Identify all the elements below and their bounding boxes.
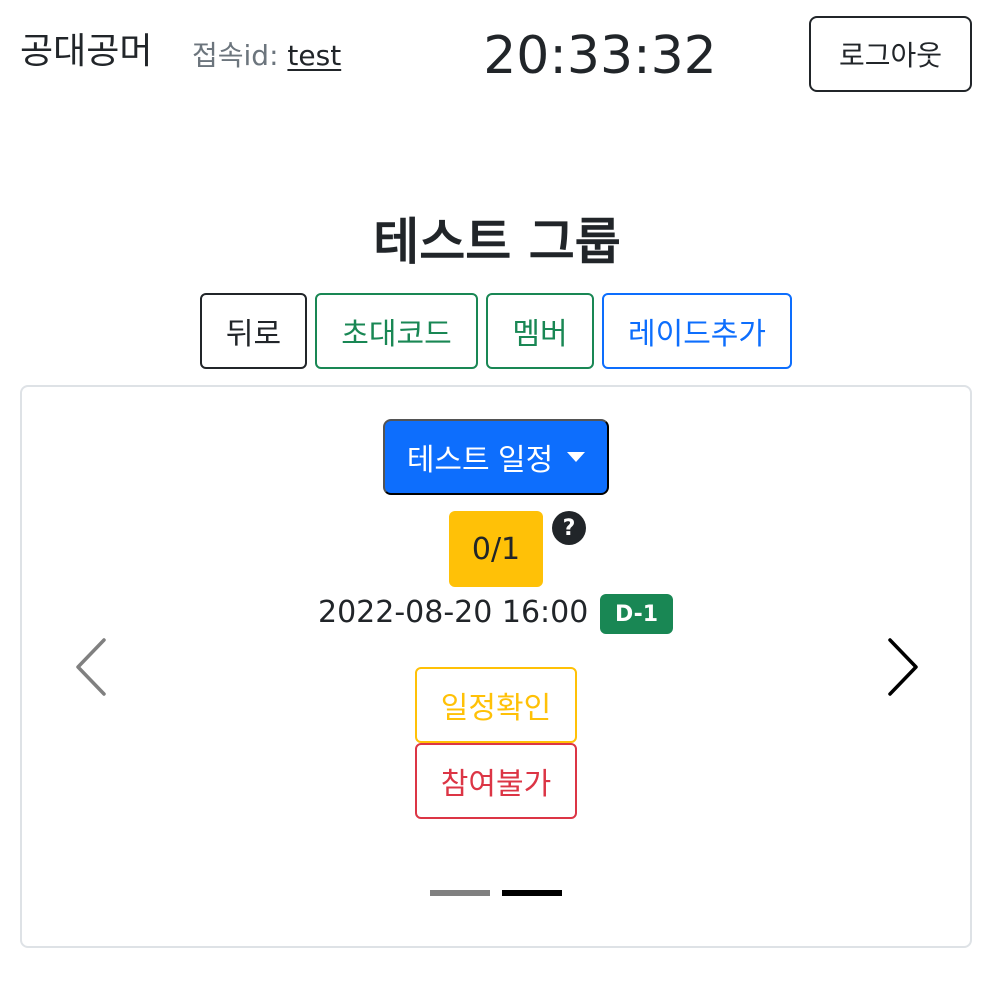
page-title: 테스트 그룹 [373, 213, 621, 271]
logout-button[interactable]: 로그아웃 [809, 16, 972, 92]
carousel-prev-button[interactable] [72, 636, 112, 698]
connection-info: 접속id: test [192, 36, 341, 76]
carousel-next-button[interactable] [882, 636, 922, 698]
decline-button[interactable]: 참여불가 [415, 743, 577, 819]
brand-title[interactable]: 공대공머 [20, 28, 152, 76]
chevron-right-icon [888, 638, 918, 696]
connection-label: 접속id: [192, 39, 279, 72]
question-circle-icon[interactable]: ? [552, 511, 586, 545]
page: 공대공머 접속id: test 20:33:32 로그아웃 테스트 그룹 뒤로 … [0, 0, 994, 982]
caret-down-icon [567, 452, 586, 462]
user-id-link[interactable]: test [287, 39, 341, 72]
schedule-dropdown-label: 테스트 일정 [406, 444, 554, 477]
member-button[interactable]: 멤버 [486, 293, 594, 369]
schedule-datetime: 2022-08-20 16:00 [318, 595, 589, 630]
dday-badge: D-1 [600, 594, 673, 634]
carousel-indicator-2[interactable] [502, 890, 562, 896]
confirm-schedule-button[interactable]: 일정확인 [415, 667, 577, 743]
participant-count-badge: 0/1 [449, 511, 543, 587]
carousel-indicator-1[interactable] [430, 890, 490, 896]
clock: 20:33:32 [483, 26, 717, 86]
add-raid-button[interactable]: 레이드추가 [602, 293, 792, 369]
chevron-left-icon [76, 638, 106, 696]
invite-code-button[interactable]: 초대코드 [315, 293, 478, 369]
schedule-dropdown-button[interactable]: 테스트 일정 [383, 419, 609, 495]
back-button[interactable]: 뒤로 [200, 293, 307, 369]
